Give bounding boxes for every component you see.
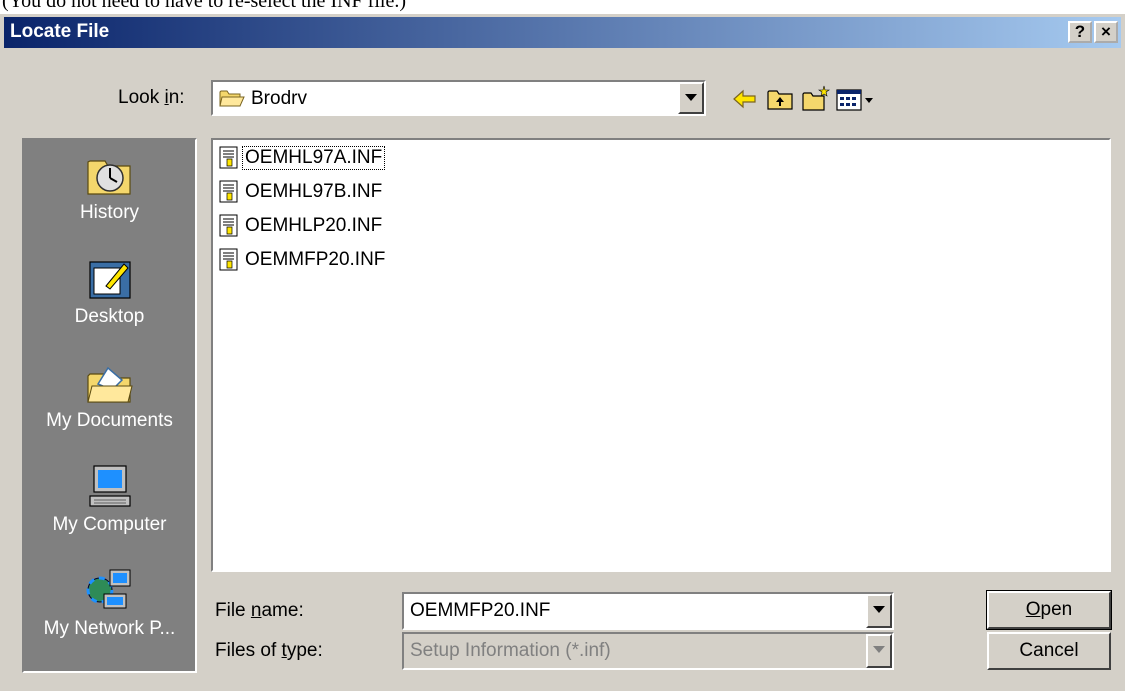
my-network-places-icon bbox=[86, 569, 130, 609]
locate-file-dialog: Locate File ? × Look in: Brodrv History … bbox=[0, 14, 1125, 691]
cancel-button[interactable]: Cancel bbox=[987, 632, 1111, 670]
inf-file-icon bbox=[219, 146, 238, 169]
file-name-label: File name: bbox=[215, 600, 304, 621]
help-button[interactable]: ? bbox=[1068, 21, 1092, 43]
history-icon bbox=[86, 160, 131, 195]
desktop-icon bbox=[88, 261, 131, 299]
window-title: Locate File bbox=[10, 21, 110, 42]
look-in-value: Brodrv bbox=[251, 88, 307, 109]
folder-open-icon bbox=[219, 90, 245, 107]
inf-file-icon bbox=[219, 214, 238, 237]
title-bar[interactable]: Locate File ? × bbox=[4, 17, 1121, 48]
open-button[interactable]: Open bbox=[986, 590, 1112, 630]
look-in-dropdown-button[interactable] bbox=[678, 82, 704, 114]
place-desktop[interactable]: Desktop bbox=[24, 256, 195, 328]
place-my-computer[interactable]: My Computer bbox=[24, 464, 195, 536]
up-one-level-icon[interactable] bbox=[765, 84, 795, 114]
file-name-dropdown-button[interactable] bbox=[866, 594, 892, 628]
file-type-label: Files of type: bbox=[215, 640, 323, 661]
inf-file-icon bbox=[219, 180, 238, 203]
look-in-label: Look in: bbox=[118, 87, 185, 108]
new-folder-icon[interactable] bbox=[800, 84, 830, 114]
inf-file-icon bbox=[219, 248, 238, 271]
place-my-network[interactable]: My Network P... bbox=[24, 568, 195, 640]
file-type-combobox[interactable]: Setup Information (*.inf) bbox=[402, 632, 894, 670]
view-menu-icon[interactable] bbox=[835, 84, 877, 114]
file-type-dropdown-button[interactable] bbox=[866, 634, 892, 668]
back-arrow-icon[interactable] bbox=[730, 84, 760, 114]
place-history[interactable]: History bbox=[24, 152, 195, 224]
instruction-text: (You do not need to have to re-select th… bbox=[2, 0, 406, 12]
places-bar: History Desktop My Documents My Computer… bbox=[22, 138, 197, 673]
look-in-combobox[interactable]: Brodrv bbox=[211, 80, 706, 116]
file-name-combobox[interactable]: OEMMFP20.INF bbox=[402, 592, 894, 630]
file-type-value: Setup Information (*.inf) bbox=[410, 640, 611, 661]
my-documents-icon bbox=[86, 366, 133, 403]
close-button[interactable]: × bbox=[1094, 21, 1118, 43]
my-computer-icon bbox=[88, 465, 131, 507]
place-my-documents[interactable]: My Documents bbox=[24, 360, 195, 432]
file-name-input[interactable]: OEMMFP20.INF bbox=[410, 600, 550, 622]
file-list[interactable]: OEMHL97A.INF OEMHL97B.INF OEMHLP20.INF O… bbox=[211, 138, 1111, 572]
